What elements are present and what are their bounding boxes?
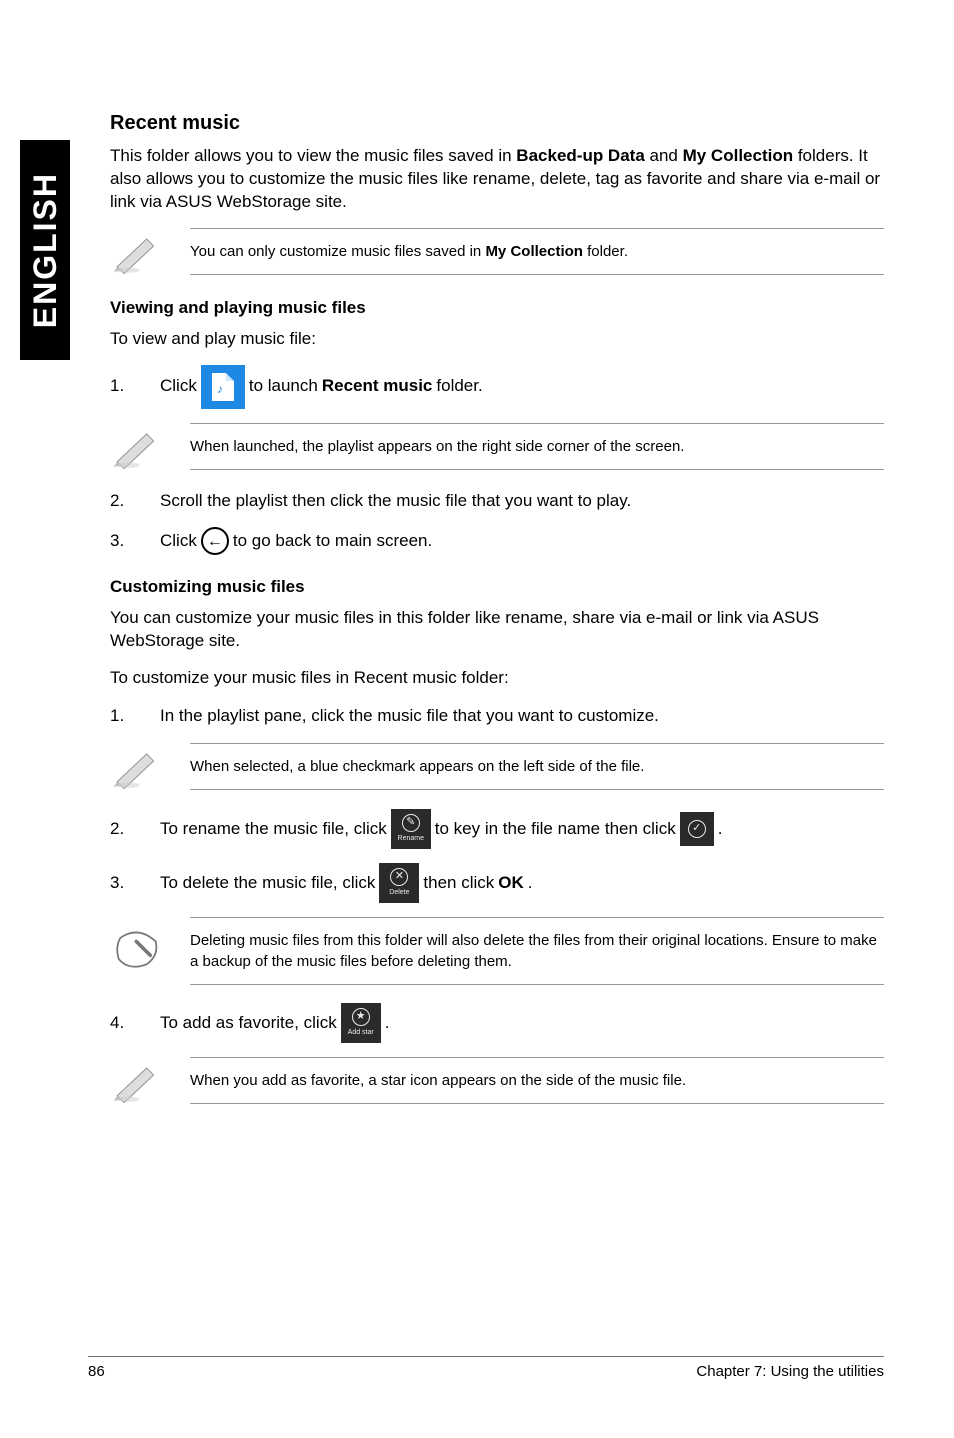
confirm-check-icon: ✓ [680, 812, 714, 846]
subhead-customizing: Customizing music files [110, 577, 884, 597]
viewing-lead: To view and play music file: [110, 328, 884, 351]
customizing-lead2: To customize your music files in Recent … [110, 667, 884, 690]
note-playlist-appears: When launched, the playlist appears on t… [110, 423, 884, 471]
customizing-step-3: 3. To delete the music file, click ✕Dele… [110, 863, 884, 903]
language-label: ENGLISH [27, 172, 64, 328]
note-selected-checkmark: When selected, a blue checkmark appears … [110, 743, 884, 791]
add-star-button-icon: ★Add star [341, 1003, 381, 1043]
recent-music-intro: This folder allows you to view the music… [110, 145, 884, 214]
subhead-viewing: Viewing and playing music files [110, 298, 884, 318]
hand-caution-icon [110, 927, 166, 975]
pencil-note-icon [110, 743, 166, 791]
note-delete-warning: Deleting music files from this folder wi… [110, 917, 884, 985]
page-footer: 86 Chapter 7: Using the utilities [88, 1356, 884, 1380]
pencil-note-icon [110, 1057, 166, 1105]
customizing-step-1: 1. In the playlist pane, click the music… [110, 704, 884, 729]
page-content: Recent music This folder allows you to v… [110, 112, 884, 1123]
page-number: 86 [88, 1363, 105, 1380]
delete-button-icon: ✕Delete [379, 863, 419, 903]
language-side-tab: ENGLISH [20, 140, 70, 360]
back-arrow-icon: ← [201, 527, 229, 555]
viewing-step-1: 1. Click ♪ to launch Recent music folder… [110, 365, 884, 409]
customizing-step-2: 2. To rename the music file, click ✎Rena… [110, 809, 884, 849]
rename-button-icon: ✎Rename [391, 809, 431, 849]
pencil-note-icon [110, 423, 166, 471]
customizing-step-4: 4. To add as favorite, click ★Add star . [110, 1003, 884, 1043]
customizing-lead1: You can customize your music files in th… [110, 607, 884, 653]
section-title-recent-music: Recent music [110, 112, 884, 135]
note-only-mycollection: You can only customize music files saved… [110, 228, 884, 276]
viewing-step-2: 2. Scroll the playlist then click the mu… [110, 489, 884, 514]
note-favorite-star: When you add as favorite, a star icon ap… [110, 1057, 884, 1105]
pencil-note-icon [110, 228, 166, 276]
recent-music-tile-icon: ♪ [201, 365, 245, 409]
chapter-label: Chapter 7: Using the utilities [696, 1363, 884, 1380]
viewing-step-3: 3. Click ← to go back to main screen. [110, 527, 884, 555]
